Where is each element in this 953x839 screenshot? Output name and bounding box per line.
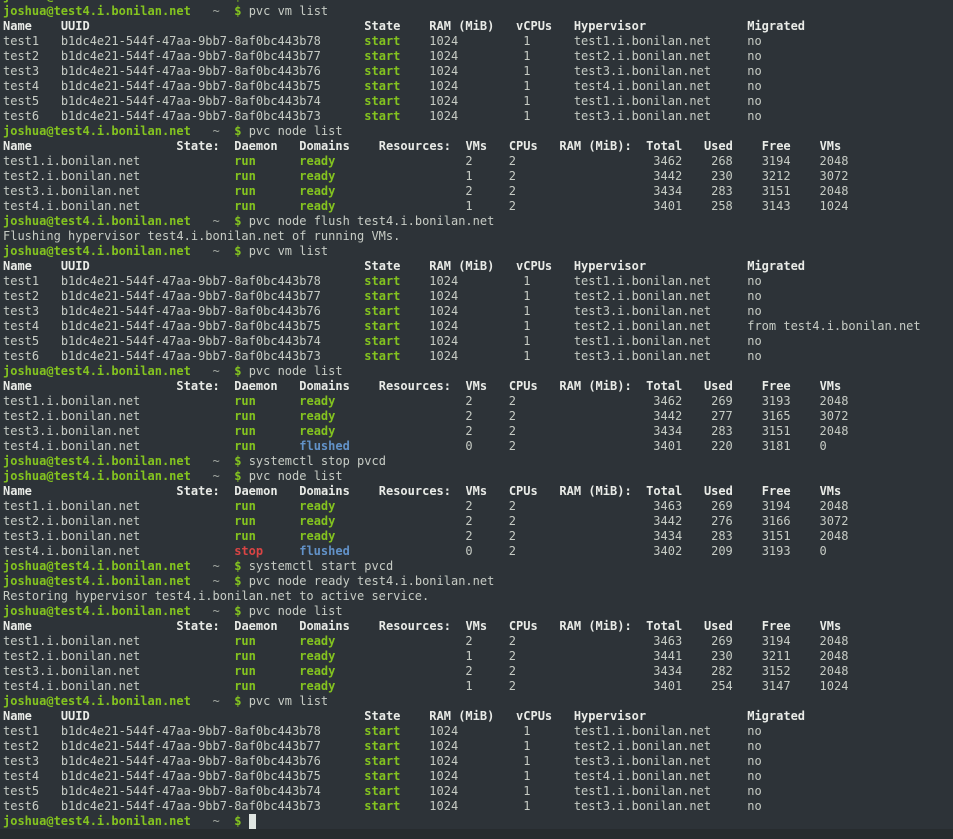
- output-line: Restoring hypervisor test4.i.bonilan.net…: [3, 589, 953, 604]
- table-line: test3 b1dc4e21-544f-47aa-9bb7-8af0bc443b…: [3, 754, 953, 769]
- table-line: test3.i.bonilan.net run ready 2 2 3434 2…: [3, 664, 953, 679]
- table-line: test4 b1dc4e21-544f-47aa-9bb7-8af0bc443b…: [3, 769, 953, 784]
- prompt-line: joshua@test4.i.bonilan.net ~ $ pvc node …: [3, 214, 953, 229]
- prompt-line: joshua@test4.i.bonilan.net ~ $ pvc vm li…: [3, 694, 953, 709]
- table-line: test6 b1dc4e21-544f-47aa-9bb7-8af0bc443b…: [3, 799, 953, 814]
- table-line: test1 b1dc4e21-544f-47aa-9bb7-8af0bc443b…: [3, 34, 953, 49]
- table-line: test6 b1dc4e21-544f-47aa-9bb7-8af0bc443b…: [3, 349, 953, 364]
- prompt-line: joshua@test4.i.bonilan.net ~ $ systemctl…: [3, 559, 953, 574]
- table-line: test2.i.bonilan.net run ready 1 2 3441 2…: [3, 649, 953, 664]
- table-line: test4.i.bonilan.net run ready 1 2 3401 2…: [3, 679, 953, 694]
- prompt-line: joshua@test4.i.bonilan.net ~ $ pvc vm li…: [3, 244, 953, 259]
- prompt-line: joshua@test4.i.bonilan.net ~ $ pvc node …: [3, 574, 953, 589]
- table-line: test4 b1dc4e21-544f-47aa-9bb7-8af0bc443b…: [3, 319, 953, 334]
- table-line: test2 b1dc4e21-544f-47aa-9bb7-8af0bc443b…: [3, 49, 953, 64]
- table-line: Name UUID State RAM (MiB) vCPUs Hypervis…: [3, 709, 953, 724]
- table-line: test4.i.bonilan.net run ready 1 2 3401 2…: [3, 199, 953, 214]
- table-line: test3.i.bonilan.net run ready 2 2 3434 2…: [3, 184, 953, 199]
- text-cursor: [249, 814, 256, 829]
- table-line: test5 b1dc4e21-544f-47aa-9bb7-8af0bc443b…: [3, 784, 953, 799]
- table-line: test1.i.bonilan.net run ready 2 2 3462 2…: [3, 154, 953, 169]
- table-line: test1 b1dc4e21-544f-47aa-9bb7-8af0bc443b…: [3, 274, 953, 289]
- table-line: test4.i.bonilan.net stop flushed 0 2 340…: [3, 544, 953, 559]
- prompt-line: joshua@test4.i.bonilan.net ~ $ pvc node …: [3, 469, 953, 484]
- prompt-line: joshua@test4.i.bonilan.net ~ $ pvc node …: [3, 364, 953, 379]
- table-line: test6 b1dc4e21-544f-47aa-9bb7-8af0bc443b…: [3, 109, 953, 124]
- table-line: test5 b1dc4e21-544f-47aa-9bb7-8af0bc443b…: [3, 94, 953, 109]
- table-line: test2 b1dc4e21-544f-47aa-9bb7-8af0bc443b…: [3, 289, 953, 304]
- table-line: test1.i.bonilan.net run ready 2 2 3463 2…: [3, 634, 953, 649]
- table-line: test3.i.bonilan.net run ready 2 2 3434 2…: [3, 529, 953, 544]
- table-line: test3 b1dc4e21-544f-47aa-9bb7-8af0bc443b…: [3, 304, 953, 319]
- tmux-status-bar[interactable]: 0:htop 1:mon Ceph 2:mon HV 3:mon Route: [0, 829, 953, 839]
- table-line: test1 b1dc4e21-544f-47aa-9bb7-8af0bc443b…: [3, 724, 953, 739]
- table-line: Name State: Daemon Domains Resources: VM…: [3, 484, 953, 499]
- prompt-line: joshua@test4.i.bonilan.net ~ $ systemctl…: [3, 454, 953, 469]
- table-line: test1.i.bonilan.net run ready 2 2 3462 2…: [3, 394, 953, 409]
- table-line: test2.i.bonilan.net run ready 2 2 3442 2…: [3, 409, 953, 424]
- table-line: test2.i.bonilan.net run ready 2 2 3442 2…: [3, 514, 953, 529]
- terminal-output: joshua@test4.i.bonilan.net ~ $ joshua@te…: [0, 0, 953, 839]
- table-line: test3 b1dc4e21-544f-47aa-9bb7-8af0bc443b…: [3, 64, 953, 79]
- prompt-line: joshua@test4.i.bonilan.net ~ $: [3, 814, 953, 829]
- table-line: test1.i.bonilan.net run ready 2 2 3463 2…: [3, 499, 953, 514]
- table-line: Name UUID State RAM (MiB) vCPUs Hypervis…: [3, 19, 953, 34]
- table-line: test3.i.bonilan.net run ready 2 2 3434 2…: [3, 424, 953, 439]
- prompt-line: joshua@test4.i.bonilan.net ~ $ pvc node …: [3, 124, 953, 139]
- table-line: Name State: Daemon Domains Resources: VM…: [3, 619, 953, 634]
- prompt-line: joshua@test4.i.bonilan.net ~ $ pvc node …: [3, 604, 953, 619]
- output-line: Flushing hypervisor test4.i.bonilan.net …: [3, 229, 953, 244]
- table-line: Name UUID State RAM (MiB) vCPUs Hypervis…: [3, 259, 953, 274]
- table-line: test2 b1dc4e21-544f-47aa-9bb7-8af0bc443b…: [3, 739, 953, 754]
- table-line: Name State: Daemon Domains Resources: VM…: [3, 139, 953, 154]
- terminal[interactable]: joshua@test4.i.bonilan.net ~ $ joshua@te…: [0, 0, 953, 839]
- table-line: test4.i.bonilan.net run flushed 0 2 3401…: [3, 439, 953, 454]
- prompt-line: joshua@test4.i.bonilan.net ~ $ pvc vm li…: [3, 4, 953, 19]
- table-line: Name State: Daemon Domains Resources: VM…: [3, 379, 953, 394]
- table-line: test4 b1dc4e21-544f-47aa-9bb7-8af0bc443b…: [3, 79, 953, 94]
- table-line: test2.i.bonilan.net run ready 1 2 3442 2…: [3, 169, 953, 184]
- table-line: test5 b1dc4e21-544f-47aa-9bb7-8af0bc443b…: [3, 334, 953, 349]
